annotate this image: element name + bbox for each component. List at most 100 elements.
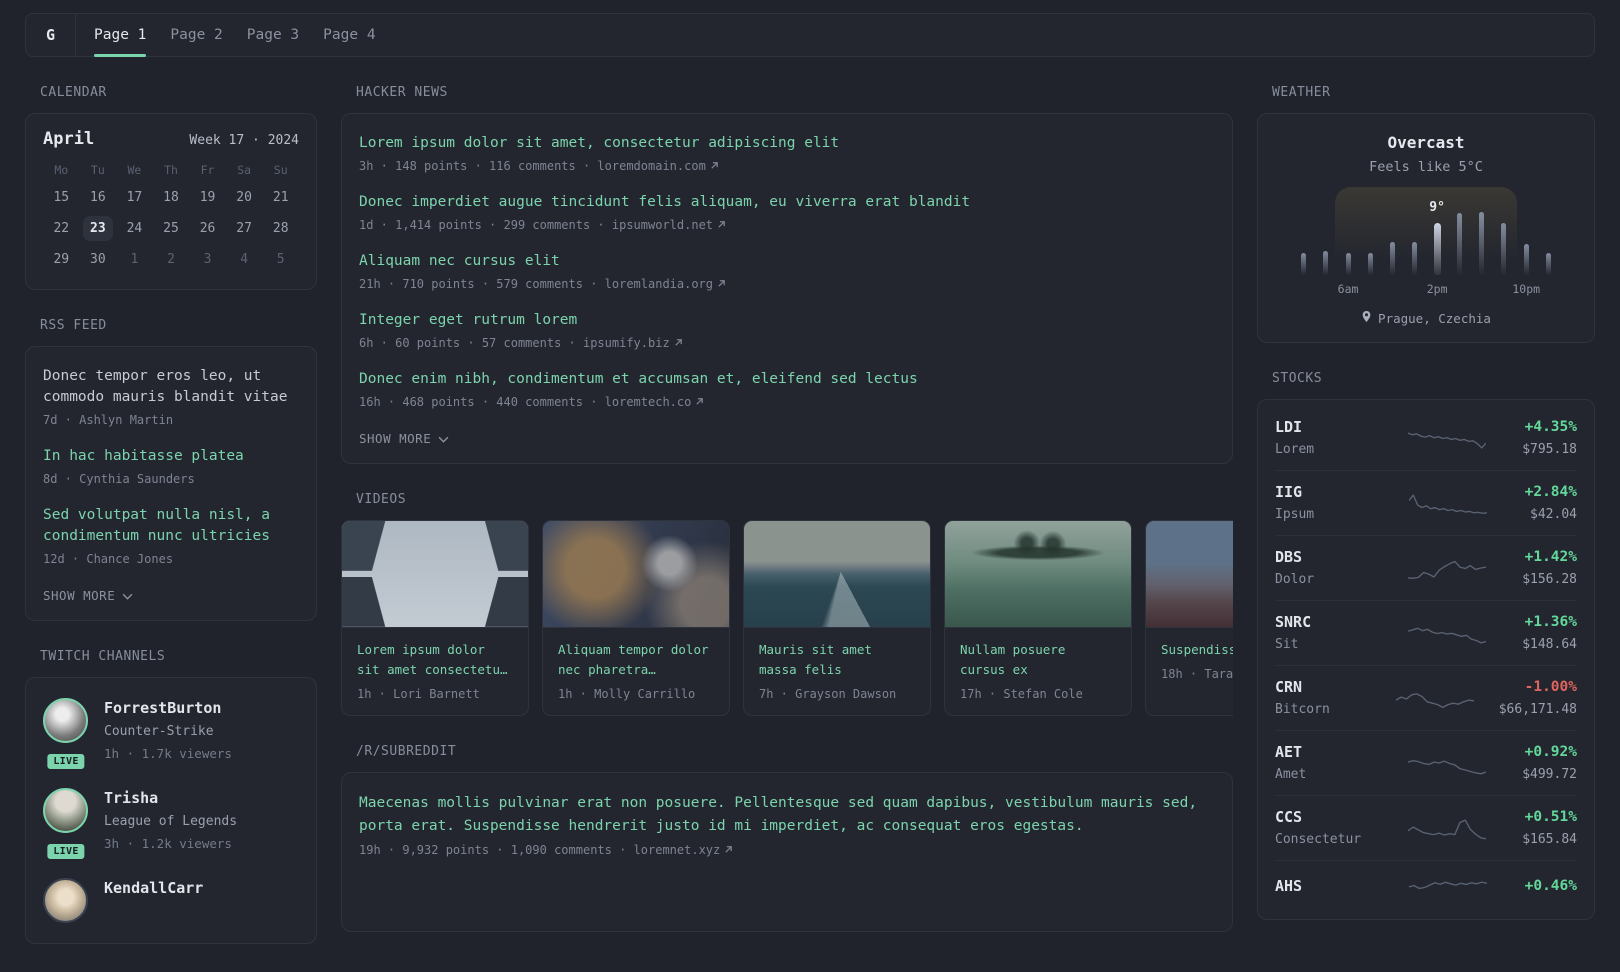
glance-dashboard: G Page 1 Page 2 Page 3 Page 4 CALENDAR Apri… <box>0 0 1620 972</box>
stock-row[interactable]: SNRC Sit +1.36% $148.64 <box>1275 600 1577 665</box>
hackernews-item-domain-link[interactable]: loremtech.co <box>605 395 705 409</box>
twitch-avatar-wrap <box>43 878 89 923</box>
hackernews-item: Aliquam nec cursus elit 21h · 710 points … <box>359 251 1215 291</box>
hackernews-item-domain-link[interactable]: loremlandia.org <box>605 277 726 291</box>
stock-price: $795.18 <box>1522 442 1577 457</box>
twitch-channel-row[interactable]: LIVE Trisha League of Legends 3h · 1.2k vie… <box>43 788 299 861</box>
rss-item: Sed volutpat nulla nisl, a condimentum n… <box>43 505 299 566</box>
hackernews-item-title[interactable]: Integer eget rutrum lorem <box>359 310 1215 331</box>
weather-location: Prague, Czechia <box>1278 310 1574 326</box>
subreddit-post-item-domain-link[interactable]: loremnet.xyz <box>634 843 734 857</box>
calendar-header: April Week 17 · 2024 <box>43 129 299 149</box>
hackernews-item-title[interactable]: Donec enim nibh, condimentum et accumsan… <box>359 369 1215 390</box>
tab-page-4[interactable]: Page 4 <box>323 14 375 56</box>
hackernews-item-meta: 6h · 60 points · 57 comments · ipsumify.… <box>359 336 1215 350</box>
twitch-card: LIVE ForrestBurton Counter-Strike 1h · 1.7k… <box>25 677 317 944</box>
tab-label: Page 1 <box>94 27 147 43</box>
hackernews-item-title[interactable]: Donec imperdiet augue tincidunt felis al… <box>359 192 1215 213</box>
twitch-channel-info: KendallCarr <box>104 878 203 923</box>
stock-name: Dolor <box>1275 572 1315 587</box>
calendar-days: 15 16 17 18 19 20 21 22 23 24 25 26 27 28 29 30 1 2 3 4 5 <box>43 185 299 272</box>
video-title[interactable]: Suspendisse diam <box>1161 640 1233 660</box>
weather-widget: WEATHER Overcast Feels like 5°C 9° 6am 2p… <box>1257 85 1595 343</box>
weather-bar <box>1456 213 1462 275</box>
calendar-day: 26 <box>199 221 216 236</box>
stock-name: Sit <box>1275 637 1299 652</box>
stock-row[interactable]: LDI Lorem +4.35% $795.18 <box>1275 406 1577 470</box>
left-column: CALENDAR April Week 17 · 2024 Mo Tu We Th Fr… <box>25 85 317 972</box>
videos-row: Lorem ipsum dolor sit amet consectetu… 1h… <box>341 520 1233 716</box>
video-card: Lorem ipsum dolor sit amet consectetu… 1h… <box>341 520 529 716</box>
calendar-dow-label: Tu <box>90 163 105 177</box>
twitch-avatar-wrap: LIVE <box>43 698 89 771</box>
tab-page-3[interactable]: Page 3 <box>247 14 299 56</box>
video-thumbnail[interactable] <box>744 521 930 628</box>
chevron-down-icon <box>438 431 449 446</box>
video-card: Aliquam tempor dolor nec pharetra… 1h · M… <box>542 520 730 716</box>
tab-label: Page 2 <box>170 27 223 43</box>
calendar-day: 20 <box>236 190 252 205</box>
video-thumbnail[interactable] <box>945 521 1131 628</box>
twitch-channel-row[interactable]: LIVE ForrestBurton Counter-Strike 1h · 1.7k… <box>43 698 299 771</box>
stock-row[interactable]: AHS +0.46% <box>1275 860 1577 913</box>
twitch-channel-row[interactable]: KendallCarr <box>43 878 299 923</box>
stock-symbol: CRN <box>1275 678 1303 696</box>
weather-bar <box>1345 253 1351 275</box>
video-title[interactable]: Aliquam tempor dolor nec pharetra… <box>558 640 714 680</box>
hackernews-item-domain: ipsumify.biz <box>582 336 670 350</box>
tab-page-1[interactable]: Page 1 <box>94 14 147 57</box>
tab-page-2[interactable]: Page 2 <box>170 14 222 56</box>
video-thumbnail[interactable] <box>342 521 528 628</box>
video-thumbnail[interactable] <box>543 521 729 628</box>
stock-change: -1.00% <box>1524 679 1577 695</box>
hackernews-item-title[interactable]: Aliquam nec cursus elit <box>359 251 1215 272</box>
video-title[interactable]: Mauris sit amet massa felis <box>759 640 915 680</box>
weather-location-label: Prague, Czechia <box>1378 310 1491 326</box>
hackernews-item-domain: loremlandia.org <box>604 277 714 291</box>
hackernews-item-domain-link[interactable]: loremdomain.com <box>597 159 718 173</box>
stock-row[interactable]: CRN Bitcorn -1.00% $66,171.48 <box>1275 665 1577 730</box>
rss-item-title[interactable]: In hac habitasse platea <box>43 446 299 467</box>
hackernews-item-meta: 21h · 710 points · 579 comments · loreml… <box>359 277 1215 291</box>
stock-row[interactable]: AET Amet +0.92% $499.72 <box>1275 730 1577 795</box>
video-meta: 1h · Lori Barnett <box>357 687 480 701</box>
twitch-channel-name: Trisha <box>104 789 159 807</box>
hackernews-item-domain-link[interactable]: ipsumworld.net <box>612 218 726 232</box>
stock-row[interactable]: IIG Ipsum +2.84% $42.04 <box>1275 470 1577 535</box>
video-title[interactable]: Lorem ipsum dolor sit amet consectetu… <box>357 640 513 680</box>
calendar-day: 27 <box>236 221 252 236</box>
stock-row[interactable]: DBS Dolor +1.42% $156.28 <box>1275 535 1577 600</box>
stock-values: +0.51% $165.84 <box>1522 807 1577 849</box>
rss-item-meta: 8d · Cynthia Saunders <box>43 472 195 486</box>
subreddit-post-item-title[interactable]: Maecenas mollis pulvinar erat non posuer… <box>359 792 1215 838</box>
rss-item-title[interactable]: Donec tempor eros leo, ut commodo mauris… <box>43 366 299 408</box>
rss-item: In hac habitasse platea 8d · Cynthia Saun… <box>43 446 299 486</box>
hackernews-item-domain-link[interactable]: ipsumify.biz <box>583 336 683 350</box>
stock-row[interactable]: CCS Consectetur +0.51% $165.84 <box>1275 795 1577 860</box>
calendar-day: 29 <box>53 252 70 267</box>
videos-widget: VIDEOS Lorem ipsum dolor sit amet consec… <box>341 492 1233 716</box>
stock-sparkline <box>1407 432 1486 449</box>
daylight-glow <box>1335 187 1517 273</box>
calendar-day: 30 <box>90 252 106 267</box>
hackernews-item-meta: 16h · 468 points · 440 comments · loremt… <box>359 395 1215 409</box>
stock-price: $165.84 <box>1522 832 1577 847</box>
rss-widget: RSS FEED Donec tempor eros leo, ut commo… <box>25 318 317 621</box>
tab-label: Page 4 <box>323 27 376 43</box>
video-card: Suspendisse diam 18h · Tara <box>1145 520 1233 716</box>
calendar-dow-label: Th <box>164 163 178 177</box>
subreddit-post-list: Maecenas mollis pulvinar erat non posuer… <box>359 792 1215 857</box>
hackernews-section-label: HACKER NEWS <box>356 85 448 100</box>
video-card-body: Suspendisse diam 18h · Tara <box>1146 628 1233 695</box>
hackernews-show-more-button[interactable]: SHOW MORE <box>359 431 449 446</box>
hackernews-item-title[interactable]: Lorem ipsum dolor sit amet, consectetur … <box>359 133 1215 154</box>
avatar <box>43 788 88 833</box>
stock-change: +1.36% <box>1524 614 1577 630</box>
video-thumbnail[interactable] <box>1146 521 1233 628</box>
video-title[interactable]: Nullam posuere cursus ex <box>960 640 1116 680</box>
weather-feels-like: Feels like 5°C <box>1369 159 1483 175</box>
rss-item-title[interactable]: Sed volutpat nulla nisl, a condimentum n… <box>43 505 299 547</box>
app-logo[interactable]: G <box>26 14 76 56</box>
stock-change: +1.42% <box>1524 549 1577 565</box>
rss-show-more-button[interactable]: SHOW MORE <box>43 588 133 603</box>
